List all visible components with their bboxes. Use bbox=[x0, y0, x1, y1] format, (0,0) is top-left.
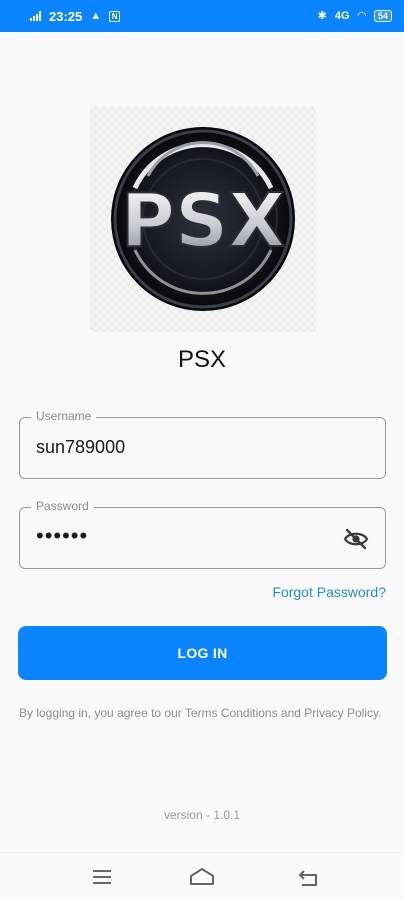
eye-off-icon[interactable] bbox=[343, 527, 369, 551]
status-bar: 23:25 ▲ N ✱ 4G ◠ 54 bbox=[0, 0, 404, 32]
terms-text: By logging in, you agree to our Terms Co… bbox=[19, 706, 382, 720]
navigation-bar bbox=[0, 852, 404, 900]
psx-logo-icon: PSX bbox=[111, 127, 295, 311]
version-text: version - 1.0.1 bbox=[163, 808, 241, 822]
signal-icon bbox=[30, 11, 41, 21]
username-field[interactable]: Username sun789000 bbox=[19, 409, 386, 479]
password-label: Password bbox=[31, 499, 94, 513]
notification-icon: N bbox=[109, 10, 121, 22]
back-icon[interactable] bbox=[296, 865, 322, 889]
status-left: 23:25 ▲ N bbox=[30, 8, 121, 24]
username-input[interactable]: sun789000 bbox=[36, 437, 125, 458]
app-title: PSX bbox=[177, 346, 227, 373]
password-input[interactable]: •••••• bbox=[36, 523, 88, 549]
network-type-icon: 4G bbox=[334, 9, 350, 22]
login-button[interactable]: LOG IN bbox=[18, 626, 387, 680]
logo-text: PSX bbox=[121, 178, 286, 264]
status-time: 23:25 bbox=[49, 8, 83, 24]
bluetooth-icon: ✱ bbox=[317, 9, 327, 22]
username-label: Username bbox=[31, 409, 97, 423]
wifi-icon: ◠ bbox=[357, 9, 366, 22]
battery-icon: 54 bbox=[373, 10, 392, 22]
password-field[interactable]: Password •••••• bbox=[19, 499, 386, 569]
status-right: ✱ 4G ◠ 54 bbox=[318, 10, 392, 22]
home-icon[interactable] bbox=[189, 865, 215, 889]
app-logo: PSX bbox=[90, 106, 316, 332]
forgot-password-link[interactable]: Forgot Password? bbox=[272, 584, 386, 600]
menu-icon[interactable] bbox=[89, 865, 115, 889]
warning-icon: ▲ bbox=[90, 9, 102, 22]
